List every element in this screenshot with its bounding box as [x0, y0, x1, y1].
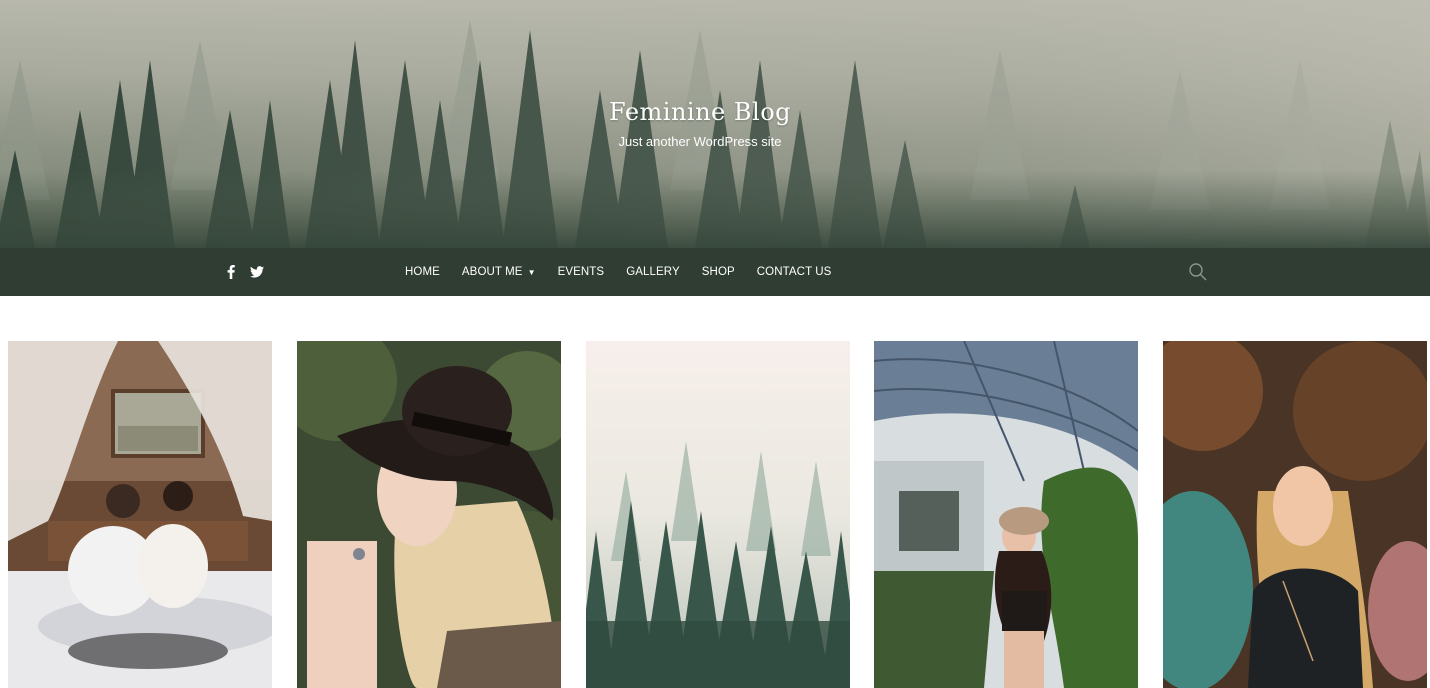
header-hero: Feminine Blog Just another WordPress sit…: [0, 0, 1430, 248]
misty-forest-photo[interactable]: [586, 341, 850, 688]
photo-gallery: [8, 341, 1428, 688]
menu-item-label: ABOUT ME: [461, 266, 523, 278]
facebook-icon[interactable]: [222, 262, 240, 282]
woman-hat-photo[interactable]: [297, 341, 561, 688]
menu-item-label: EVENTS: [557, 266, 605, 278]
search-icon[interactable]: [1188, 262, 1208, 282]
smoke-bomb-woman-photo[interactable]: [1163, 341, 1427, 688]
primary-menu: HOME ABOUT ME ▼ EVENTS GALLERY SHOP CONT…: [394, 248, 842, 296]
menu-item-events[interactable]: EVENTS: [547, 248, 616, 296]
site-title[interactable]: Feminine Blog: [0, 98, 1400, 126]
menu-item-label: GALLERY: [626, 266, 680, 278]
site-tagline: Just another WordPress site: [618, 134, 782, 149]
social-links: [222, 262, 266, 282]
site-branding: Feminine Blog Just another WordPress sit…: [0, 98, 1400, 149]
couple-bed-photo[interactable]: [8, 341, 272, 688]
menu-item-label: CONTACT US: [756, 266, 832, 278]
twitter-icon[interactable]: [248, 262, 266, 282]
menu-item-about-me[interactable]: ABOUT ME ▼: [451, 248, 547, 296]
menu-item-gallery[interactable]: GALLERY: [615, 248, 691, 296]
menu-item-label: SHOP: [701, 266, 735, 278]
main-navbar: HOME ABOUT ME ▼ EVENTS GALLERY SHOP CONT…: [0, 248, 1430, 296]
greenhouse-woman-photo[interactable]: [874, 341, 1138, 688]
menu-item-label: HOME: [405, 266, 440, 278]
menu-item-shop[interactable]: SHOP: [691, 248, 746, 296]
menu-item-contact-us[interactable]: CONTACT US: [746, 248, 843, 296]
menu-item-home[interactable]: HOME: [394, 248, 451, 296]
caret-down-icon: ▼: [527, 267, 536, 277]
